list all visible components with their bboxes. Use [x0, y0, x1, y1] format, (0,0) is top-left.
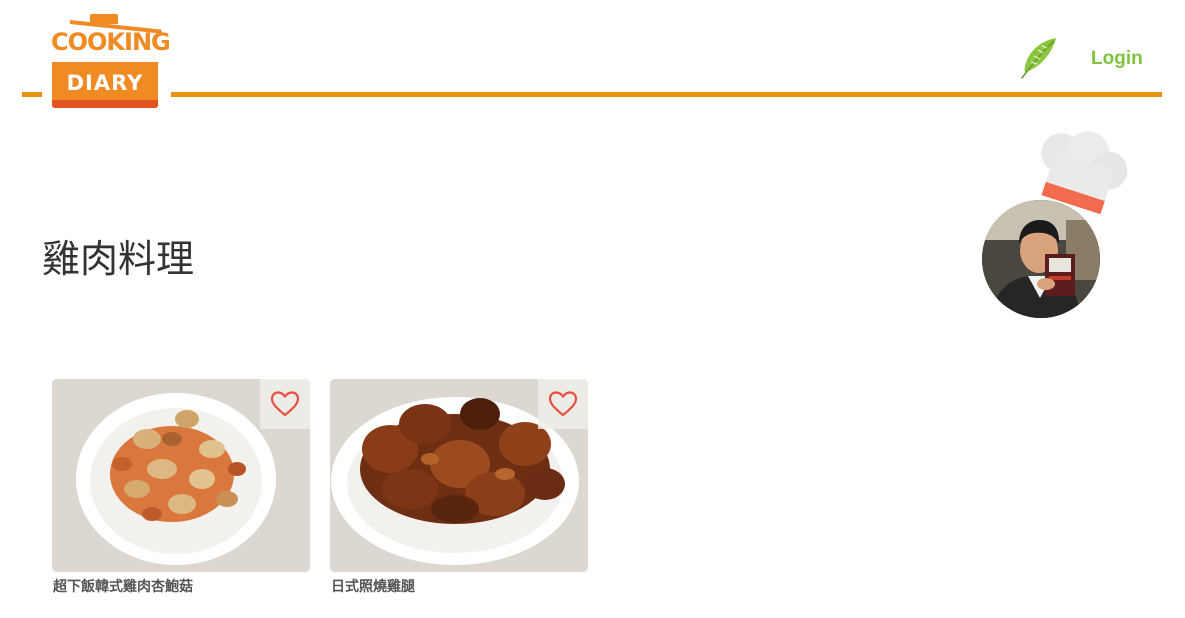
logo-pot-base: [52, 100, 158, 108]
recipe-image[interactable]: [330, 379, 588, 572]
recipe-image[interactable]: [52, 379, 310, 572]
avatar[interactable]: [982, 200, 1100, 318]
logo-text-diary: DIARY: [66, 71, 144, 95]
recipe-title[interactable]: 超下飯韓式雞肉杏鮑菇: [53, 576, 193, 596]
logo-text-cooking: COOKING: [51, 28, 171, 56]
page-title: 雞肉料理: [42, 237, 195, 281]
header-divider-left: [22, 92, 42, 97]
favorite-button[interactable]: [538, 379, 588, 429]
header-divider: [171, 92, 1162, 97]
recipe-title[interactable]: 日式照燒雞腿: [331, 576, 415, 596]
recipe-card[interactable]: 日式照燒雞腿: [330, 379, 588, 599]
recipe-grid: 超下飯韓式雞肉杏鮑菇 日式照燒雞腿: [52, 379, 652, 599]
cooking-diary-logo[interactable]: COOKING DIARY: [50, 14, 171, 110]
heart-icon: [270, 390, 300, 418]
chef-profile[interactable]: [978, 130, 1138, 322]
feather-icon[interactable]: [1018, 36, 1060, 80]
favorite-button[interactable]: [260, 379, 310, 429]
heart-icon: [548, 390, 578, 418]
login-link[interactable]: Login: [1091, 48, 1143, 70]
site-header: COOKING DIARY Login: [0, 0, 1185, 120]
recipe-card[interactable]: 超下飯韓式雞肉杏鮑菇: [52, 379, 310, 599]
